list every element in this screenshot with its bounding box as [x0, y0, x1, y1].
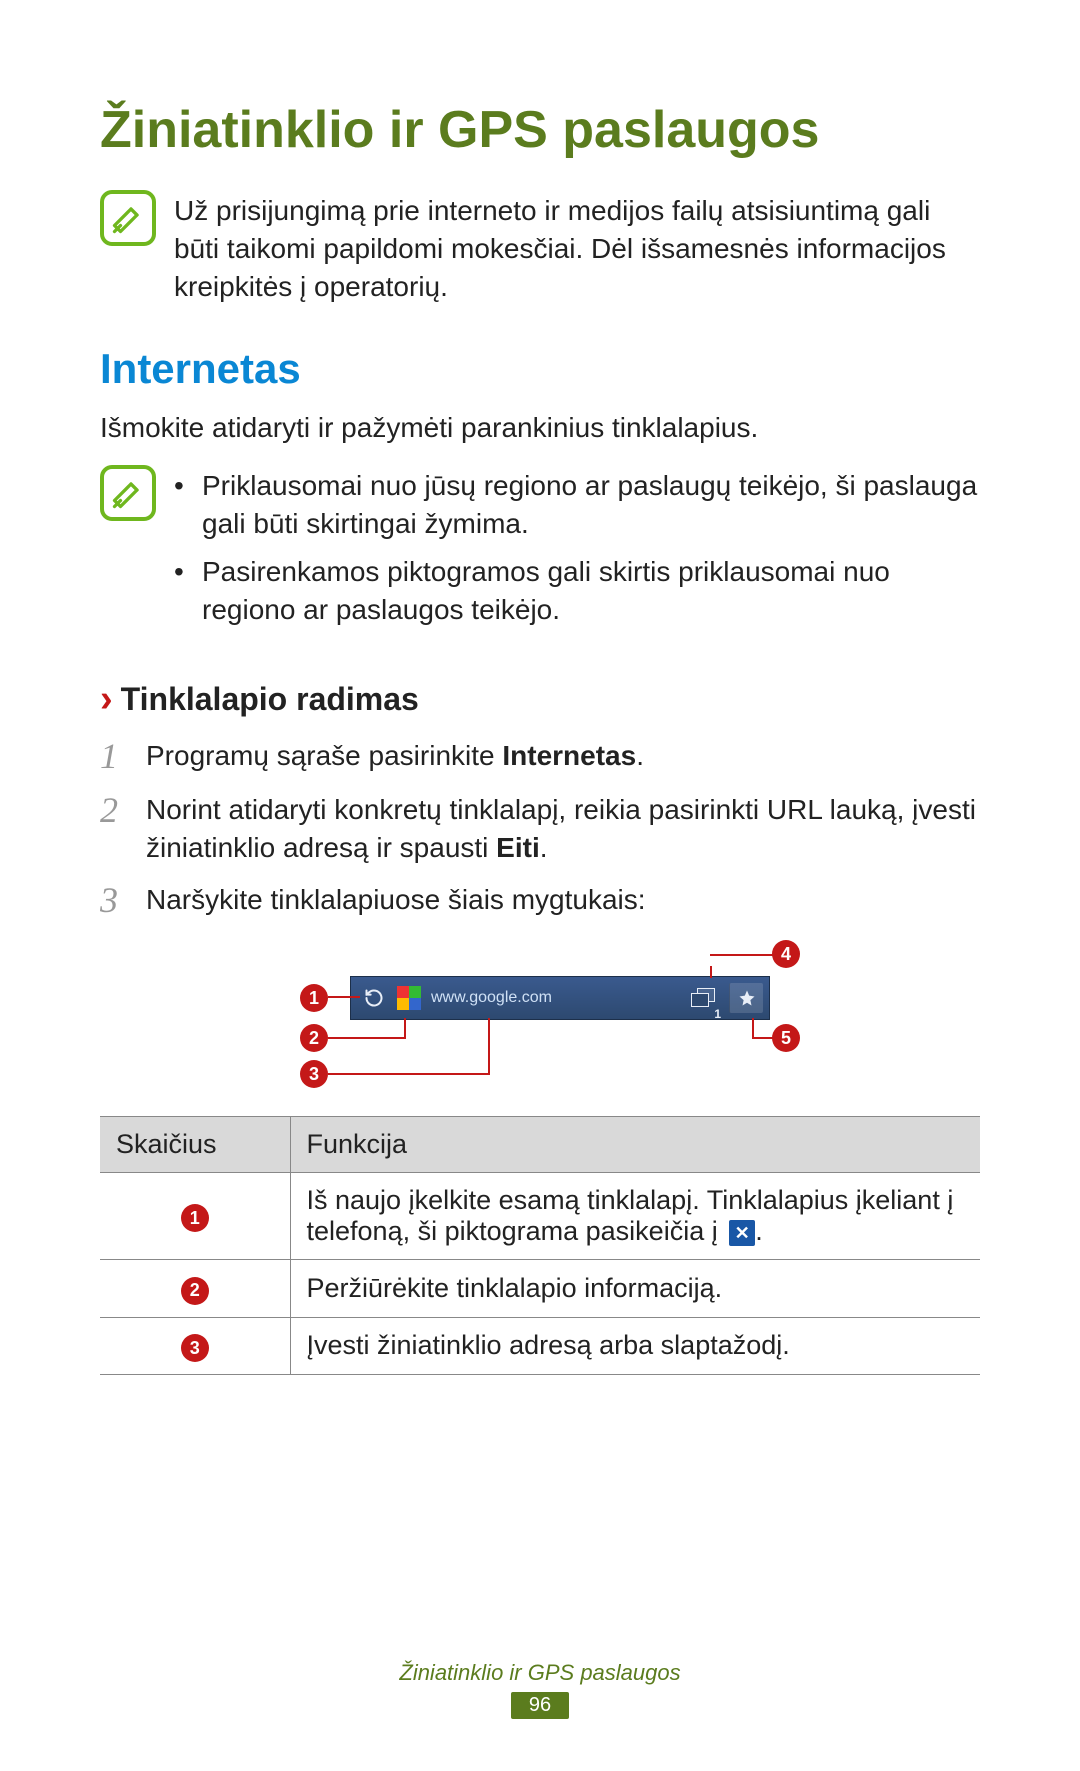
step-number: 2: [100, 791, 146, 831]
windows-icon[interactable]: 1: [683, 977, 723, 1019]
browser-toolbar: www.google.com 1: [350, 976, 770, 1020]
top-note-text: Už prisijungimą prie interneto ir medijo…: [174, 190, 980, 305]
step-text: Programų sąraše pasirinkite Internetas.: [146, 737, 980, 775]
row-function-text: Peržiūrėkite tinklalapio informaciją.: [290, 1260, 980, 1318]
step-number: 3: [100, 881, 146, 921]
favicon-icon[interactable]: [397, 986, 421, 1010]
top-note-block: Už prisijungimą prie interneto ir medijo…: [100, 190, 980, 305]
bookmark-star-icon[interactable]: [729, 983, 763, 1013]
refresh-icon[interactable]: [357, 977, 391, 1019]
windows-count-badge: 1: [714, 1007, 721, 1021]
row-number-badge: 3: [181, 1334, 209, 1362]
function-table: Skaičius Funkcija 1 Iš naujo įkelkite es…: [100, 1116, 980, 1375]
callout-badge-2: 2: [300, 1024, 328, 1052]
row-function-text: Iš naujo įkelkite esamą tinklalapį. Tink…: [290, 1173, 980, 1260]
row-function-text: Įvesti žiniatinklio adresą arba slaptažo…: [290, 1317, 980, 1375]
step-row: 3 Naršykite tinklalapiuose šiais mygtuka…: [100, 881, 980, 921]
note-icon: [100, 190, 156, 246]
callout-badge-1: 1: [300, 984, 328, 1012]
step-row: 1 Programų sąraše pasirinkite Internetas…: [100, 737, 980, 777]
table-row: 1 Iš naujo įkelkite esamą tinklalapį. Ti…: [100, 1173, 980, 1260]
url-field[interactable]: www.google.com: [427, 989, 683, 1007]
step-number: 1: [100, 737, 146, 777]
table-header-function: Funkcija: [290, 1117, 980, 1173]
table-header-number: Skaičius: [100, 1117, 290, 1173]
browser-bar-diagram: www.google.com 1 1 2 3 4 5: [260, 940, 820, 1090]
callout-badge-5: 5: [772, 1024, 800, 1052]
page-footer: Žiniatinklio ir GPS paslaugos 96: [0, 1660, 1080, 1719]
close-icon: ✕: [729, 1220, 755, 1246]
row-number-badge: 2: [181, 1277, 209, 1305]
row-number-badge: 1: [181, 1204, 209, 1232]
chevron-icon: ›: [100, 678, 113, 721]
note-bullet-list: Priklausomai nuo jūsų regiono ar paslaug…: [174, 465, 980, 638]
section-note-block: Priklausomai nuo jūsų regiono ar paslaug…: [100, 465, 980, 638]
table-row: 2 Peržiūrėkite tinklalapio informaciją.: [100, 1260, 980, 1318]
callout-badge-3: 3: [300, 1060, 328, 1088]
step-text: Norint atidaryti konkretų tinklalapį, re…: [146, 791, 980, 867]
subsection-heading: Tinklalapio radimas: [121, 681, 419, 718]
page-title: Žiniatinklio ir GPS paslaugos: [100, 100, 980, 160]
section-intro: Išmokite atidaryti ir pažymėti parankini…: [100, 409, 980, 447]
list-item: Pasirenkamos piktogramos gali skirtis pr…: [174, 553, 980, 629]
list-item: Priklausomai nuo jūsų regiono ar paslaug…: [174, 467, 980, 543]
step-text: Naršykite tinklalapiuose šiais mygtukais…: [146, 881, 980, 919]
step-row: 2 Norint atidaryti konkretų tinklalapį, …: [100, 791, 980, 867]
table-row: 3 Įvesti žiniatinklio adresą arba slapta…: [100, 1317, 980, 1375]
section-heading: Internetas: [100, 345, 980, 393]
note-icon: [100, 465, 156, 521]
footer-section-title: Žiniatinklio ir GPS paslaugos: [0, 1660, 1080, 1686]
page-number: 96: [511, 1692, 569, 1719]
callout-badge-4: 4: [772, 940, 800, 968]
